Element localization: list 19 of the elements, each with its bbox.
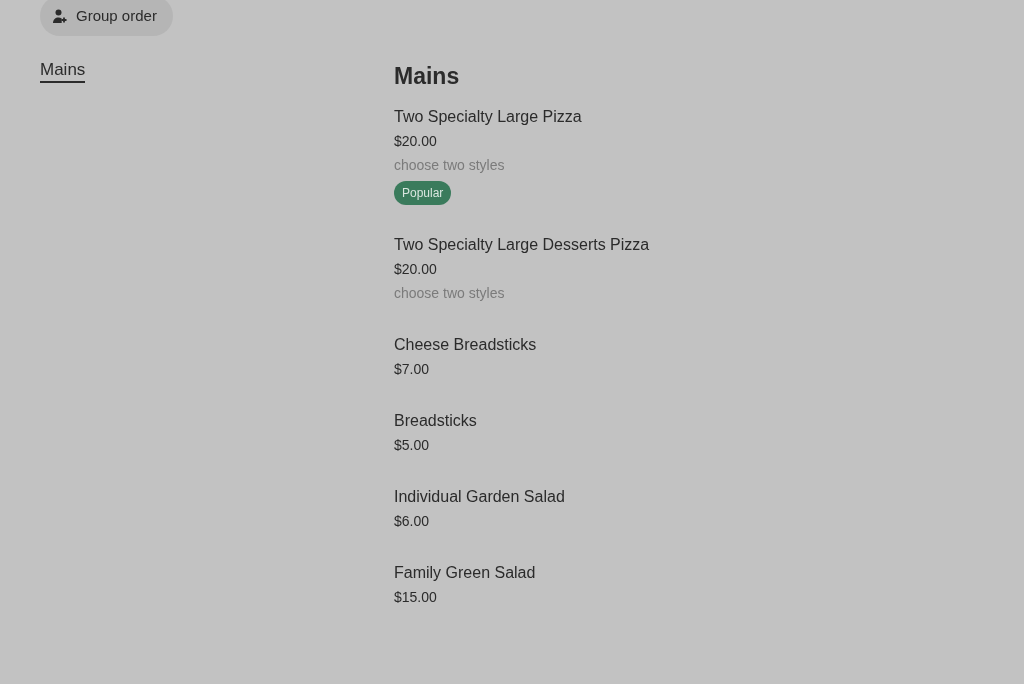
item-name[interactable]: Two Specialty Large Desserts Pizza (394, 233, 650, 257)
item-price: $7.00 (394, 360, 430, 379)
category-link[interactable]: Mains (40, 60, 86, 83)
item-name[interactable]: Breadsticks (394, 409, 477, 433)
item-price: $5.00 (394, 436, 430, 455)
item-name[interactable]: Family Green Salad (394, 561, 536, 585)
item-name[interactable]: Cheese Breadsticks (394, 333, 537, 357)
item-name[interactable]: Two Specialty Large Pizza (394, 105, 582, 129)
item-price: $6.00 (394, 512, 430, 531)
popular-badge: Popular (394, 181, 452, 205)
group-order-button[interactable]: Group order (40, 0, 173, 36)
add-person-icon (52, 8, 68, 24)
item-price: $20.00 (394, 260, 437, 279)
item-description: choose two styles (394, 284, 505, 303)
section-heading: Mains (394, 62, 460, 91)
item-description: choose two styles (394, 156, 505, 175)
item-price: $15.00 (394, 588, 437, 607)
item-name[interactable]: Individual Garden Salad (394, 485, 565, 509)
item-price: $20.00 (394, 132, 437, 151)
